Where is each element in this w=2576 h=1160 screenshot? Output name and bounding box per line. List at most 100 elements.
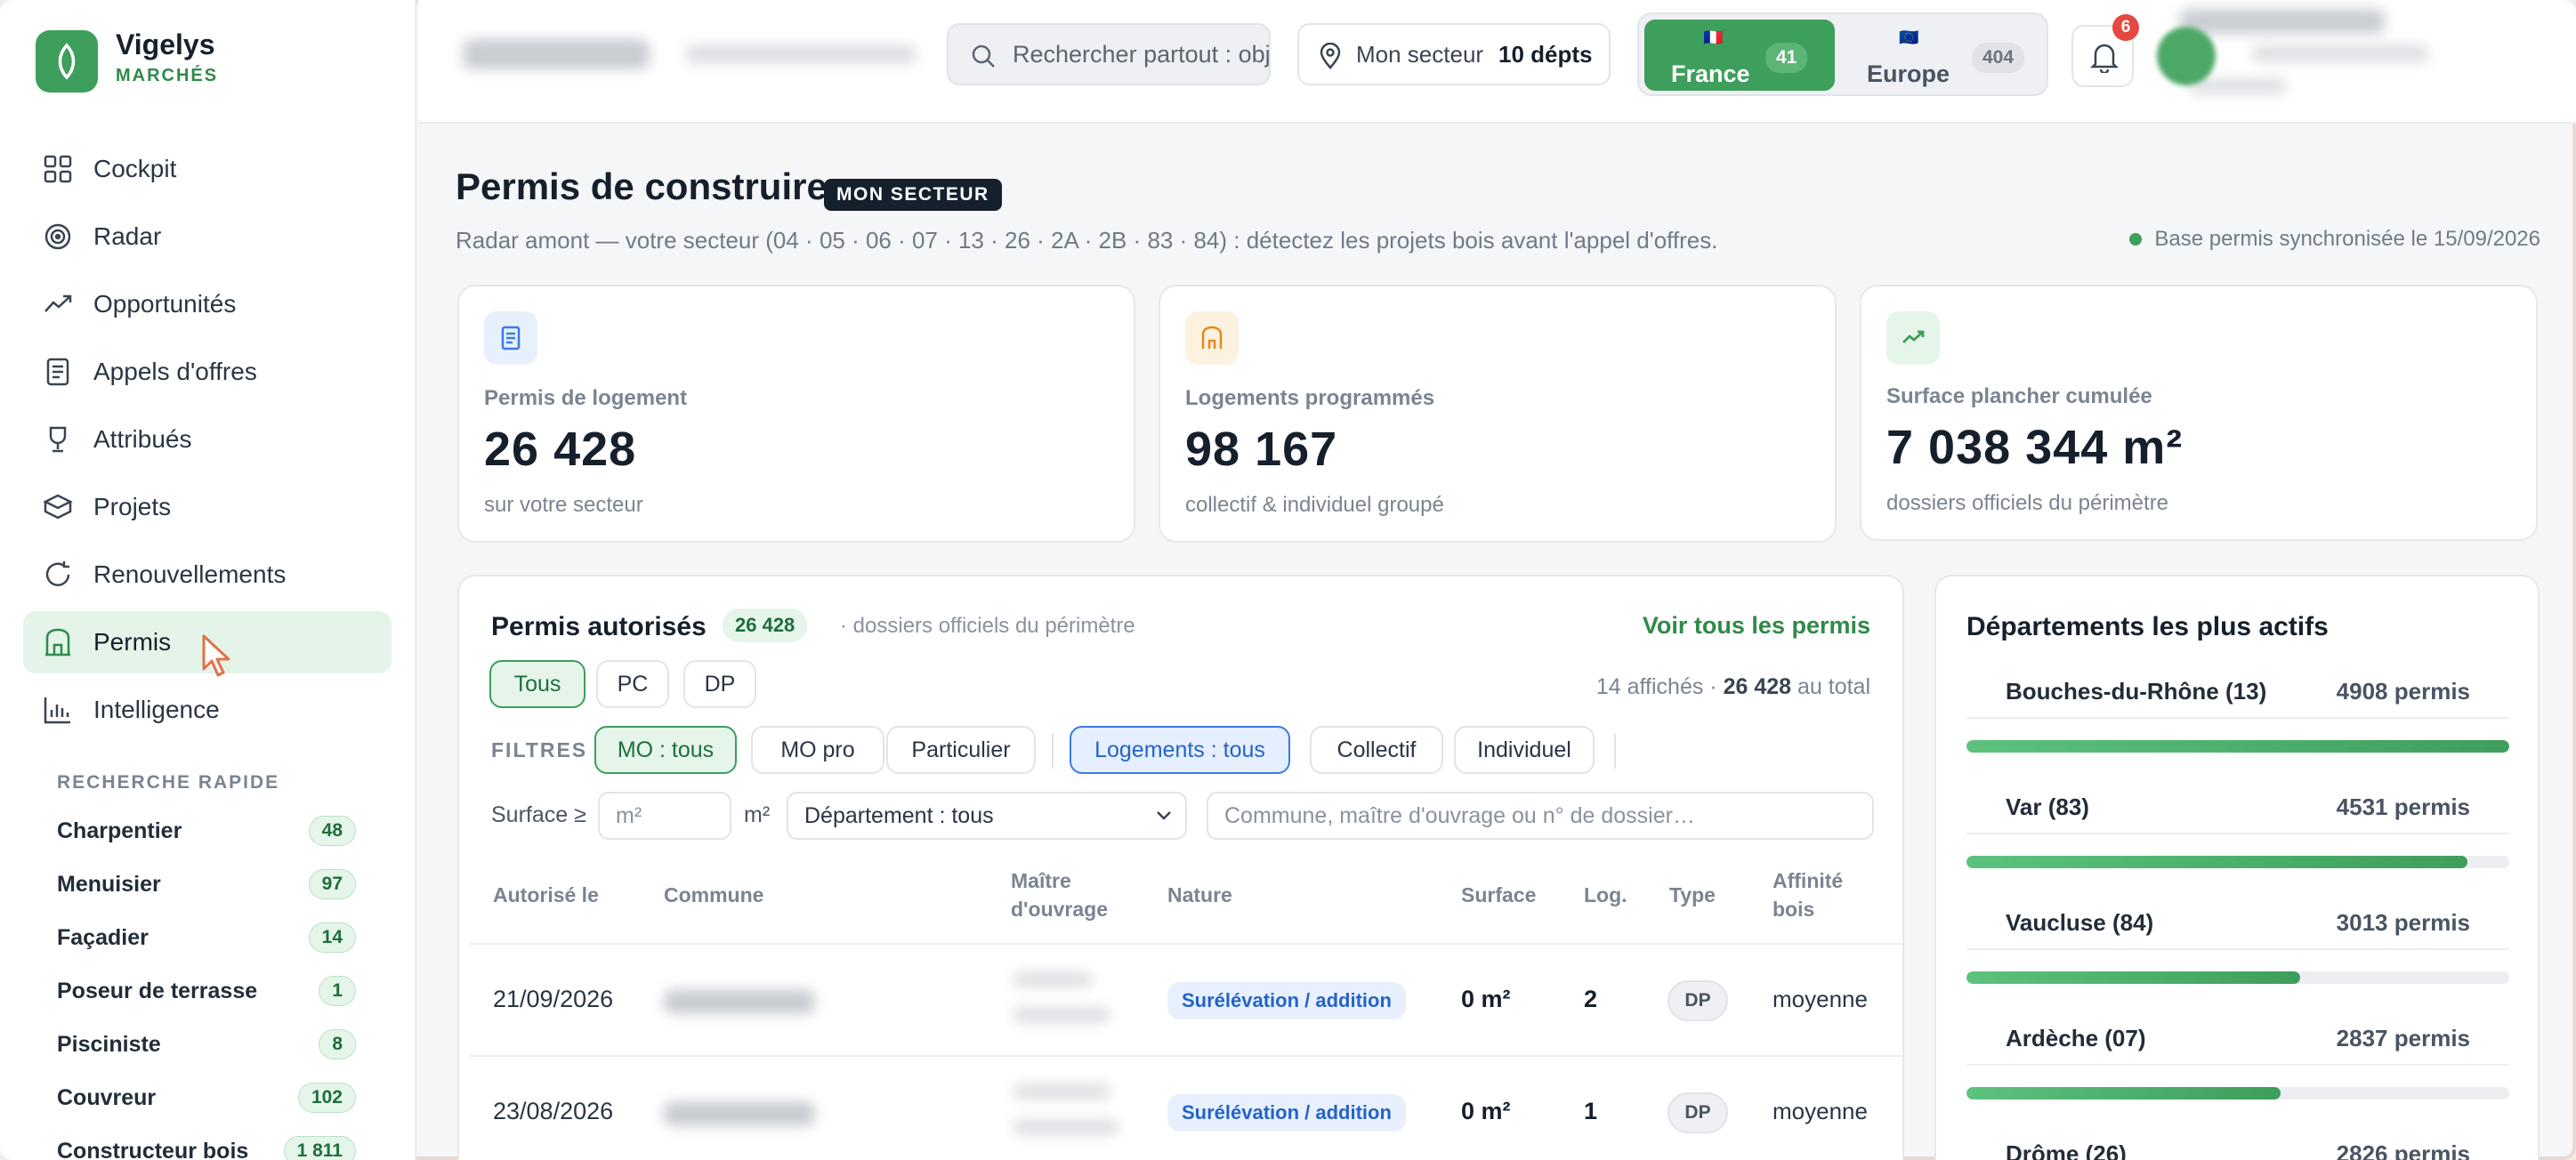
shown-count: 14 affichés · 26 428 au total bbox=[1596, 674, 1870, 700]
document-icon bbox=[484, 311, 537, 365]
department-count: 2837 permis bbox=[2336, 1025, 2470, 1051]
search-placeholder: Rechercher partout : objet, acheteur, li… bbox=[1013, 40, 1271, 68]
app-name: Vigelys bbox=[116, 28, 215, 60]
row-surface: 0 m² bbox=[1461, 986, 1511, 1012]
nav-item-label: Intelligence bbox=[93, 696, 220, 723]
nav-item-attribues[interactable]: Attribués bbox=[23, 408, 392, 471]
count-badge: 8 bbox=[319, 1029, 356, 1059]
department-select[interactable]: Département : tous bbox=[787, 792, 1187, 840]
quick-item-poseur-terrasse[interactable]: Poseur de terrasse 1 bbox=[57, 973, 356, 1009]
trend-icon bbox=[44, 294, 72, 312]
column-header[interactable]: Affinité bois bbox=[1773, 866, 1870, 923]
notification-badge: 6 bbox=[2112, 14, 2139, 41]
france-flag-icon: 🇫🇷 bbox=[1703, 28, 1724, 46]
avatar[interactable] bbox=[2157, 27, 2216, 85]
search-input[interactable]: Rechercher partout : objet, acheteur, li… bbox=[947, 23, 1271, 85]
document-icon bbox=[46, 358, 69, 386]
owner-blurred bbox=[1013, 971, 1093, 987]
quick-item-pisciniste[interactable]: Pisciniste 8 bbox=[57, 1027, 356, 1062]
column-header[interactable]: Nature bbox=[1167, 881, 1232, 909]
department-name: Vaucluse (84) bbox=[2006, 909, 2154, 936]
bar-chart-icon bbox=[44, 697, 70, 724]
sync-text: Base permis synchronisée le 15/09/2026 bbox=[2154, 227, 2540, 251]
nav-item-renouvellements[interactable]: Renouvellements bbox=[23, 544, 392, 606]
table-row[interactable]: 21/09/2026 Surélévation / addition 0 m² … bbox=[459, 945, 1902, 1055]
filter-mo-pro[interactable]: MO pro bbox=[751, 726, 884, 774]
status-dot-icon bbox=[2129, 233, 2143, 246]
column-header[interactable]: Commune bbox=[664, 881, 763, 909]
owner-blurred bbox=[1013, 1083, 1110, 1100]
column-header[interactable]: Type bbox=[1669, 881, 1716, 909]
sector-selector[interactable]: Mon secteur 10 dépts bbox=[1297, 23, 1611, 85]
count-badge: 1 811 bbox=[283, 1136, 356, 1160]
app-subtitle: MARCHÉS bbox=[116, 66, 219, 85]
logo-icon bbox=[36, 30, 98, 93]
filter-mo-tous[interactable]: MO : tous bbox=[594, 726, 737, 774]
count-badge: 48 bbox=[308, 816, 356, 846]
column-header[interactable]: Log. bbox=[1584, 881, 1627, 909]
nature-badge: Surélévation / addition bbox=[1167, 982, 1406, 1019]
kpi-card-surface: Surface plancher cumulée 7 038 344 m² do… bbox=[1860, 285, 2538, 541]
filter-collectif[interactable]: Collectif bbox=[1310, 726, 1443, 774]
quick-item-label: Constructeur bois bbox=[57, 1138, 249, 1160]
nav-item-projets[interactable]: Projets bbox=[23, 476, 392, 538]
divider bbox=[1052, 733, 1054, 769]
permits-card: Permis autorisés 26 428 · dossiers offic… bbox=[457, 575, 1904, 1160]
filter-particulier[interactable]: Particulier bbox=[886, 726, 1036, 774]
nav-item-cockpit[interactable]: Cockpit bbox=[23, 138, 392, 200]
quick-item-label: Menuisier bbox=[57, 871, 161, 897]
progress-fill bbox=[1966, 740, 2509, 753]
department-count: 2826 permis bbox=[2336, 1140, 2470, 1160]
filter-dp[interactable]: DP bbox=[683, 660, 756, 708]
surface-unit: m² bbox=[744, 802, 771, 827]
location-pin-icon bbox=[1320, 43, 1341, 69]
row-surface: 0 m² bbox=[1461, 1098, 1511, 1124]
column-header[interactable]: Surface bbox=[1461, 881, 1536, 909]
see-all-permits-link[interactable]: Voir tous les permis bbox=[1643, 612, 1870, 640]
shown-total: 26 428 bbox=[1723, 674, 1792, 699]
quick-item-charpentier[interactable]: Charpentier 48 bbox=[57, 813, 356, 849]
region-europe-button[interactable]: 🇪🇺 Europe 404 bbox=[1840, 20, 2043, 91]
progress-fill bbox=[1966, 1087, 2281, 1100]
quick-item-menuisier[interactable]: Menuisier 97 bbox=[57, 866, 356, 902]
progress-bar bbox=[1966, 740, 2509, 753]
filter-tous[interactable]: Tous bbox=[489, 660, 585, 708]
kpi-note: sur votre secteur bbox=[484, 493, 643, 517]
filter-logements-tous[interactable]: Logements : tous bbox=[1070, 726, 1290, 774]
quick-item-label: Pisciniste bbox=[57, 1031, 161, 1057]
column-header[interactable]: Maître d'ouvrage bbox=[1011, 866, 1126, 923]
permits-note: · dossiers officiels du périmètre bbox=[840, 614, 1135, 638]
row-date: 21/09/2026 bbox=[493, 986, 614, 1012]
nav-item-radar[interactable]: Radar bbox=[23, 205, 392, 268]
quick-item-couvreur[interactable]: Couvreur 102 bbox=[57, 1080, 356, 1116]
filter-pc[interactable]: PC bbox=[596, 660, 669, 708]
kpi-value: 98 167 bbox=[1185, 423, 1338, 476]
surface-input[interactable]: m² bbox=[598, 792, 731, 840]
count-badge: 14 bbox=[308, 922, 356, 953]
breadcrumb-blurred bbox=[685, 44, 917, 64]
nav-item-opportunites[interactable]: Opportunités bbox=[23, 273, 392, 335]
progress-fill bbox=[1966, 856, 2468, 868]
table-row[interactable]: 23/08/2026 Surélévation / addition 0 m² … bbox=[459, 1057, 1902, 1160]
commune-blurred bbox=[664, 989, 815, 1014]
quick-search-label: RECHERCHE RAPIDE bbox=[57, 772, 280, 793]
nav-item-label: Cockpit bbox=[93, 155, 177, 182]
quick-item-facadier[interactable]: Façadier 14 bbox=[57, 920, 356, 955]
nav-item-label: Projets bbox=[93, 493, 172, 520]
row-logements: 1 bbox=[1584, 1098, 1598, 1124]
progress-bar bbox=[1966, 856, 2509, 868]
column-header[interactable]: Autorisé le bbox=[493, 881, 599, 909]
region-toggle: 🇫🇷 France 41 🇪🇺 Europe 404 bbox=[1637, 12, 2048, 96]
commune-search-input[interactable]: Commune, maître d'ouvrage ou n° de dossi… bbox=[1207, 792, 1874, 840]
nav-item-label: Permis bbox=[93, 628, 172, 656]
filter-individuel[interactable]: Individuel bbox=[1454, 726, 1595, 774]
row-affinity: moyenne bbox=[1773, 986, 1868, 1012]
count-badge: 1 bbox=[319, 976, 356, 1006]
region-france-button[interactable]: 🇫🇷 France 41 bbox=[1644, 20, 1835, 91]
nav-item-intelligence[interactable]: Intelligence bbox=[23, 679, 392, 741]
shown-text: 14 affichés · bbox=[1595, 674, 1724, 699]
nav-item-appels-offres[interactable]: Appels d'offres bbox=[23, 341, 392, 403]
quick-item-constructeur-bois[interactable]: Constructeur bois 1 811 bbox=[57, 1133, 356, 1160]
progress-fill bbox=[1966, 971, 2300, 984]
quick-item-label: Poseur de terrasse bbox=[57, 978, 258, 1003]
